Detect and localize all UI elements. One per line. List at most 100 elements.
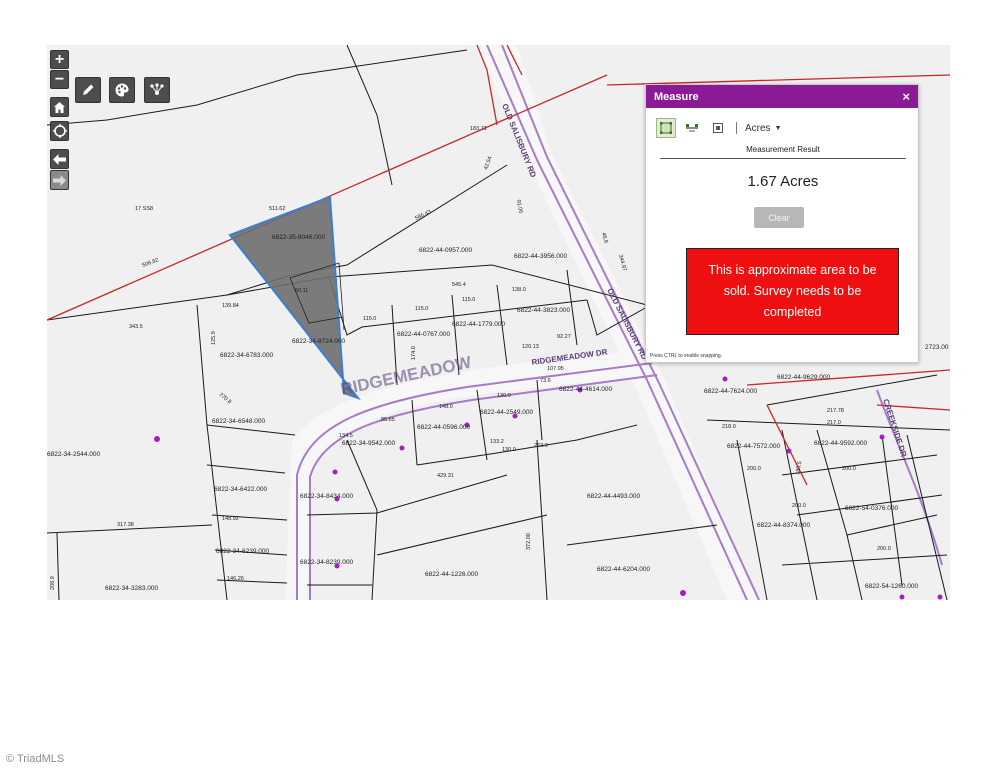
- dimension-label: 317.38: [117, 522, 134, 528]
- layers-tool-button[interactable]: [109, 77, 135, 103]
- parcel-label: 6822-44-2549.000: [480, 409, 534, 416]
- parcel-label: 6822-35-8046.000: [272, 234, 326, 241]
- measurement-result-divider: [660, 158, 906, 159]
- locate-button[interactable]: [50, 121, 69, 141]
- dimension-label: 130.0: [497, 393, 511, 399]
- location-tool-button[interactable]: [708, 118, 728, 138]
- dimension-label: 130.0: [502, 447, 516, 453]
- parcel-label: 6822-34-6239.000: [216, 548, 270, 555]
- parcel-label: 6822-44-7624.000: [704, 388, 758, 395]
- dimension-label: 46.8: [600, 232, 609, 244]
- measure-panel-header: Measure ×: [646, 85, 918, 108]
- zoom-in-button[interactable]: +: [50, 50, 69, 69]
- selected-property-polygon[interactable]: [228, 195, 361, 401]
- dimension-label: 217.78: [827, 408, 844, 414]
- parcel-label: 6822-34-8434.000: [300, 493, 354, 500]
- network-icon: [150, 83, 164, 95]
- approximate-area-note: This is approximate area to be sold. Sur…: [686, 248, 899, 335]
- dimension-label: 138.0: [512, 287, 526, 293]
- measure-toolbar: Acres ▼: [656, 118, 782, 138]
- network-tool-button[interactable]: [144, 77, 170, 103]
- parcel-label: 6822-44-0596.000: [417, 424, 471, 431]
- dimension-label: 586.43: [414, 209, 432, 222]
- minus-icon: −: [54, 70, 65, 88]
- area-tool-button[interactable]: [656, 118, 676, 138]
- home-button[interactable]: [50, 97, 69, 117]
- dimension-label: 42.54: [483, 156, 493, 171]
- parcel-label: 6822-54-1260.000: [865, 583, 919, 590]
- parcel-label: 6822-44-4614.000: [559, 386, 613, 393]
- dimension-label: 343.5: [129, 324, 143, 330]
- dimension-label: 174.0: [411, 346, 417, 360]
- address-points: [154, 376, 943, 600]
- dimension-label: 85.65: [381, 417, 395, 423]
- dimension-label: 200.0: [877, 546, 891, 552]
- dimension-label: 120.13: [522, 344, 539, 350]
- dimension-label: 200.0: [842, 466, 856, 472]
- dimension-label: 148.92: [222, 516, 239, 522]
- forward-button[interactable]: [50, 170, 69, 190]
- parcel-label: 6822-44-8374.000: [757, 522, 811, 529]
- home-icon: [54, 101, 65, 113]
- parcel-label: 6822-44-1779.000: [452, 321, 506, 328]
- dimension-label: 115.0: [462, 297, 475, 303]
- parcel-label: 6822-44-7572.000: [727, 443, 781, 450]
- approximate-area-note-text: This is approximate area to be sold. Sur…: [708, 263, 877, 319]
- measure-panel: Measure × Acres ▼ Measurement Result 1.6…: [645, 84, 919, 363]
- parcel-label: 6822-34-6548.000: [212, 418, 266, 425]
- parcel-label: 6822-44-3956.000: [514, 253, 568, 260]
- parcel-label: 6822-44-6204.000: [597, 566, 651, 573]
- caret-down-icon: ▼: [774, 124, 782, 132]
- back-button[interactable]: [50, 149, 69, 169]
- parcel-label: 6822-54-0376.000: [845, 505, 899, 512]
- dimension-label: 60.11: [295, 288, 308, 294]
- parcel-label: 6822-34-8724.000: [292, 338, 346, 345]
- units-selected: Acres: [745, 122, 771, 134]
- parcel-label: 6822-34-6422.000: [214, 486, 268, 493]
- dimension-label: 115.0: [415, 306, 428, 312]
- locate-icon: [52, 124, 67, 138]
- palette-icon: [115, 83, 129, 97]
- units-dropdown[interactable]: Acres ▼: [745, 123, 782, 134]
- dimension-label: 372.00: [526, 533, 532, 550]
- parcel-label: 6822-44-9629.000: [777, 374, 831, 381]
- dimension-label: 429.31: [437, 473, 454, 479]
- parcel-label: 6822-34-6783.000: [220, 352, 274, 359]
- distance-measure-icon: [686, 124, 698, 132]
- dimension-label: 218.0: [722, 424, 736, 430]
- dimension-label: 200.0: [792, 503, 806, 509]
- dimension-label: 511.62: [269, 206, 285, 212]
- pencil-icon: [83, 84, 94, 95]
- parcel-label: 6822-44-9592.000: [814, 440, 868, 447]
- dimension-label: 125.9: [211, 331, 217, 345]
- measurement-result-title: Measurement Result: [746, 145, 820, 154]
- parcel-label: 6822-34-9542.000: [342, 440, 396, 447]
- dimension-label: 545.4: [452, 282, 466, 288]
- measurement-result-value: 1.67 Acres: [747, 173, 819, 190]
- plus-icon: +: [54, 50, 65, 68]
- area-measure-icon: [660, 122, 672, 134]
- dimension-label: 73.6: [540, 378, 551, 384]
- measure-panel-title: Measure: [654, 90, 699, 103]
- parcel-label: 6822-44-0957.000: [419, 247, 473, 254]
- dimension-label: 107.95: [547, 366, 564, 372]
- clear-button[interactable]: Clear: [754, 207, 804, 228]
- dimension-label: 270.8: [218, 392, 232, 405]
- toolbar-divider: [736, 122, 737, 134]
- draw-tool-button[interactable]: [75, 77, 101, 103]
- parcel-label: 2723.00: [925, 344, 949, 351]
- distance-tool-button[interactable]: [682, 118, 702, 138]
- parcel-label: 6822-44-4493.000: [587, 493, 641, 500]
- close-icon[interactable]: ×: [902, 89, 910, 104]
- parcel-label: 6822-44-1226.000: [425, 571, 479, 578]
- dimension-label: 133.2: [490, 439, 504, 445]
- dimension-label: 200.0: [747, 466, 761, 472]
- dimension-label: 92.27: [557, 334, 571, 340]
- dimension-label: 344.97: [617, 254, 627, 272]
- page: OLD SALISBURY RD OLD SALISBURY RD RIDGEM…: [0, 0, 995, 768]
- zoom-out-button[interactable]: −: [50, 70, 69, 89]
- dimension-label: 115.0: [363, 316, 376, 322]
- dimension-label: 506.82: [142, 257, 160, 268]
- parcel-label: 6822-34-8239.000: [300, 559, 354, 566]
- arrow-right-icon: [53, 174, 66, 186]
